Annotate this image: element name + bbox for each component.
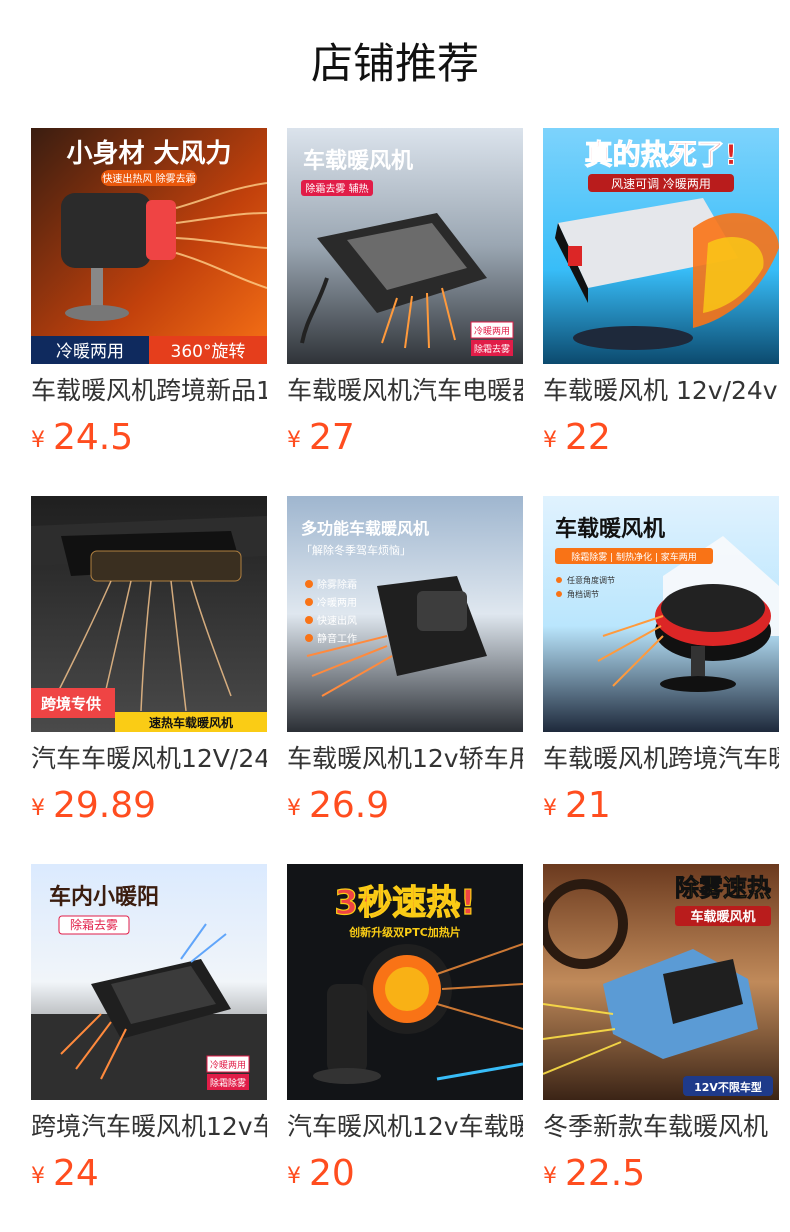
image-headline: 车内小暖阳 [49, 884, 159, 910]
price-value: 27 [309, 417, 355, 458]
currency-symbol: ¥ [287, 428, 301, 453]
currency-symbol: ¥ [31, 428, 45, 453]
page-title: 店铺推荐 [310, 39, 479, 88]
product-name[interactable]: 跨境汽车暖风机12v车载 [31, 1110, 267, 1144]
product-price: ¥27 [287, 418, 523, 458]
image-headline: 真的热死了! [585, 138, 738, 171]
image-tag: 创新升级双PTC加热片 [348, 925, 461, 939]
product-image[interactable]: 除雾速热 车载暖风机 12V不限车型 [543, 864, 779, 1100]
price-value: 24.5 [53, 417, 134, 458]
image-feature: 冷暖两用 [317, 596, 357, 609]
currency-symbol: ¥ [287, 796, 301, 821]
currency-symbol: ¥ [287, 1164, 301, 1189]
image-headline: 车载暖风机 [555, 516, 665, 542]
product-name[interactable]: 车载暖风机跨境新品12v24v [31, 374, 267, 408]
image-stamp: 除霜除雾 [210, 1077, 246, 1089]
product-card[interactable]: 多功能车载暖风机 「解除冬季驾车烦恼」 除雾除霜 冷暖两用 快速出风 静音工作 … [287, 496, 523, 836]
currency-symbol: ¥ [543, 796, 557, 821]
image-badge-right: 速热车载暖风机 [149, 715, 233, 730]
currency-symbol: ¥ [543, 428, 557, 453]
image-headline: 多功能车载暖风机 [301, 519, 429, 538]
product-price: ¥29.89 [31, 786, 267, 826]
image-subline: 「解除冬季驾车烦恼」 [301, 543, 411, 557]
product-price: ¥26.9 [287, 786, 523, 826]
image-stamp: 冷暖两用 [474, 325, 510, 337]
product-name[interactable]: 车载暖风机跨境汽车暖风 [543, 742, 779, 776]
product-name[interactable]: 车载暖风机 12v/24v [543, 374, 779, 408]
product-name[interactable]: 汽车暖风机12v车载暖风 [287, 1110, 523, 1144]
product-card[interactable]: 车载暖风机 除霜去雾 辅热 冷暖两用 除霜去雾 车载暖风机汽车电暖器 ¥27 [287, 128, 523, 468]
product-name[interactable]: 汽车车暖风机12V/24V [31, 742, 267, 776]
price-value: 22 [565, 417, 611, 458]
image-feature: 角档调节 [567, 589, 599, 599]
image-headline: 车载暖风机 [303, 148, 413, 174]
product-card[interactable]: 3秒速热! 创新升级双PTC加热片 汽车暖风机12v车载暖风 ¥20 [287, 864, 523, 1204]
image-tag: 车载暖风机 [690, 909, 755, 925]
product-card[interactable]: 小身材 大风力 快速出热风 除雾去霜 冷暖两用 360°旋转 车载暖风机跨境新品… [31, 128, 267, 468]
product-card[interactable]: 车载暖风机 除霜除雾 | 制热净化 | 家车两用 任意角度调节 角档调节 车载暖… [543, 496, 779, 836]
product-image[interactable]: 3秒速热! 创新升级双PTC加热片 [287, 864, 523, 1100]
image-feature: 任意角度调节 [567, 575, 615, 585]
price-value: 21 [565, 785, 611, 826]
product-card[interactable]: 跨境专供 速热车载暖风机 汽车车暖风机12V/24V ¥29.89 [31, 496, 267, 836]
image-tag: 除霜去雾 辅热 [305, 182, 368, 195]
product-price: ¥24.5 [31, 418, 267, 458]
product-price: ¥22.5 [543, 1154, 779, 1194]
image-stamp: 除霜去雾 [474, 343, 510, 355]
image-tag: 快速出热风 除雾去霜 [102, 172, 195, 185]
product-price: ¥24 [31, 1154, 267, 1194]
product-name[interactable]: 冬季新款车载暖风机 [543, 1110, 779, 1144]
product-price: ¥21 [543, 786, 779, 826]
price-value: 24 [53, 1153, 99, 1194]
product-card[interactable]: 除雾速热 车载暖风机 12V不限车型 冬季新款车载暖风机 ¥22.5 [543, 864, 779, 1204]
product-price: ¥22 [543, 418, 779, 458]
image-feature: 除雾除霜 [317, 578, 357, 591]
image-headline: 除雾速热 [675, 874, 771, 902]
currency-symbol: ¥ [31, 1164, 45, 1189]
product-price: ¥20 [287, 1154, 523, 1194]
product-image[interactable]: 车内小暖阳 除霜去雾 冷暖两用 除霜除雾 [31, 864, 267, 1100]
currency-symbol: ¥ [543, 1164, 557, 1189]
price-value: 29.89 [53, 785, 157, 826]
currency-symbol: ¥ [31, 796, 45, 821]
product-card[interactable]: 真的热死了! 风速可调 冷暖两用 车载暖风机 12v/24v ¥22 [543, 128, 779, 468]
image-feature: 静音工作 [317, 632, 357, 645]
product-image[interactable]: 车载暖风机 除霜去雾 辅热 冷暖两用 除霜去雾 [287, 128, 523, 364]
image-tag: 风速可调 冷暖两用 [611, 177, 711, 191]
price-value: 20 [309, 1153, 355, 1194]
image-headline: 小身材 大风力 [66, 138, 231, 169]
image-tag: 除霜除雾 | 制热净化 | 家车两用 [571, 551, 697, 563]
product-card[interactable]: 车内小暖阳 除霜去雾 冷暖两用 除霜除雾 跨境汽车暖风机12v车载 ¥24 [31, 864, 267, 1204]
product-image[interactable]: 小身材 大风力 快速出热风 除雾去霜 冷暖两用 360°旋转 [31, 128, 267, 364]
product-name[interactable]: 车载暖风机12v轿车用 [287, 742, 523, 776]
image-badge-left: 跨境专供 [41, 695, 101, 713]
product-name[interactable]: 车载暖风机汽车电暖器 [287, 374, 523, 408]
image-badge-right: 360°旋转 [171, 342, 246, 362]
image-tag: 除霜去雾 [70, 917, 118, 932]
product-image[interactable]: 跨境专供 速热车载暖风机 [31, 496, 267, 732]
image-feature: 快速出风 [317, 614, 357, 627]
image-badge-left: 冷暖两用 [56, 342, 124, 362]
product-image[interactable]: 车载暖风机 除霜除雾 | 制热净化 | 家车两用 任意角度调节 角档调节 [543, 496, 779, 732]
image-badge-right: 12V不限车型 [694, 1080, 762, 1094]
product-image[interactable]: 多功能车载暖风机 「解除冬季驾车烦恼」 除雾除霜 冷暖两用 快速出风 静音工作 [287, 496, 523, 732]
product-image[interactable]: 真的热死了! 风速可调 冷暖两用 [543, 128, 779, 364]
price-value: 26.9 [309, 785, 390, 826]
price-value: 22.5 [565, 1153, 646, 1194]
image-stamp: 冷暖两用 [210, 1059, 246, 1071]
image-headline: 3秒速热! [334, 883, 475, 923]
